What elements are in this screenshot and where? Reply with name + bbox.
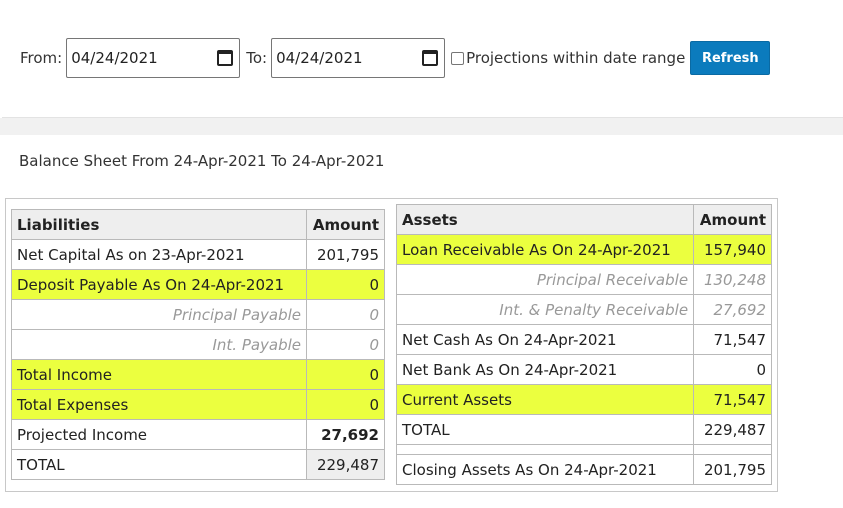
row-amount: 201,795	[693, 454, 772, 485]
table-row: Net Cash As On 24-Apr-2021 71,547	[395, 324, 772, 355]
row-amount: 130,248	[693, 264, 772, 295]
projections-label[interactable]: Projections within date range	[466, 49, 685, 67]
table-row: Total Expenses 0	[10, 389, 385, 420]
row-label: Net Cash As On 24-Apr-2021	[395, 324, 695, 355]
to-label: To:	[246, 49, 268, 67]
row-label: Deposit Payable As On 24-Apr-2021	[10, 269, 308, 300]
assets-table: Assets Amount Loan Receivable As On 24-A…	[395, 204, 772, 485]
to-date-input[interactable]: 04/24/2021	[271, 38, 446, 78]
assets-header-row: Assets Amount	[395, 204, 772, 235]
filter-panel: From: 04/24/2021 To: 04/24/2021 Projecti…	[2, 0, 843, 118]
table-row: Int. & Penalty Receivable 27,692	[395, 294, 772, 325]
table-row: Loan Receivable As On 24-Apr-2021 157,94…	[395, 234, 772, 265]
spacer-row	[395, 444, 772, 455]
row-amount: 229,487	[693, 414, 772, 445]
row-amount: 27,692	[693, 294, 772, 325]
row-amount: 0	[306, 329, 385, 360]
row-label: Closing Assets As On 24-Apr-2021	[395, 454, 695, 485]
calendar-icon[interactable]	[422, 50, 439, 66]
row-amount: 0	[306, 389, 385, 420]
table-row: Current Assets 71,547	[395, 384, 772, 415]
row-label: Net Bank As On 24-Apr-2021	[395, 354, 695, 385]
liabilities-header-row: Liabilities Amount	[10, 209, 385, 240]
row-amount: 0	[306, 269, 385, 300]
row-label: Net Capital As on 23-Apr-2021	[10, 239, 308, 270]
row-amount: 157,940	[693, 234, 772, 265]
row-label: Projected Income	[10, 419, 308, 450]
row-amount: 0	[306, 299, 385, 330]
from-date-value: 04/24/2021	[71, 49, 158, 67]
balance-sheet-title: Balance Sheet From 24-Apr-2021 To 24-Apr…	[19, 152, 385, 170]
table-row: Projected Income 27,692	[10, 419, 385, 450]
row-amount: 0	[306, 359, 385, 390]
row-label: Loan Receivable As On 24-Apr-2021	[395, 234, 695, 265]
row-label: Int. & Penalty Receivable	[395, 294, 695, 325]
from-date-input[interactable]: 04/24/2021	[66, 38, 241, 78]
from-label: From:	[20, 49, 63, 67]
table-row: Net Bank As On 24-Apr-2021 0	[395, 354, 772, 385]
table-row: Closing Assets As On 24-Apr-2021 201,795	[395, 454, 772, 485]
liabilities-amount-header: Amount	[306, 209, 385, 240]
row-label: Principal Payable	[10, 299, 308, 330]
row-amount: 71,547	[693, 384, 772, 415]
assets-header: Assets	[395, 204, 695, 235]
table-row: Deposit Payable As On 24-Apr-2021 0	[10, 269, 385, 300]
row-label: TOTAL	[395, 414, 695, 445]
row-amount: 229,487	[306, 449, 385, 480]
calendar-icon[interactable]	[217, 50, 234, 66]
to-date-value: 04/24/2021	[276, 49, 363, 67]
table-row: TOTAL 229,487	[395, 414, 772, 445]
table-row: Net Capital As on 23-Apr-2021 201,795	[10, 239, 385, 270]
row-amount: 71,547	[693, 324, 772, 355]
row-label: Principal Receivable	[395, 264, 695, 295]
row-label: Total Expenses	[10, 389, 308, 420]
table-row: TOTAL 229,487	[10, 449, 385, 480]
assets-amount-header: Amount	[693, 204, 772, 235]
table-row: Principal Receivable 130,248	[395, 264, 772, 295]
row-amount: 201,795	[306, 239, 385, 270]
table-row: Int. Payable 0	[10, 329, 385, 360]
projections-checkbox[interactable]	[451, 51, 465, 65]
row-label: Current Assets	[395, 384, 695, 415]
refresh-button[interactable]: Refresh	[690, 41, 771, 75]
table-row: Principal Payable 0	[10, 299, 385, 330]
table-row: Total Income 0	[10, 359, 385, 390]
liabilities-table: Liabilities Amount Net Capital As on 23-…	[10, 209, 385, 480]
spacer-cell	[693, 444, 772, 455]
row-label: TOTAL	[10, 449, 308, 480]
row-amount: 0	[693, 354, 772, 385]
liabilities-header: Liabilities	[10, 209, 308, 240]
row-label: Total Income	[10, 359, 308, 390]
row-amount: 27,692	[306, 419, 385, 450]
row-label: Int. Payable	[10, 329, 308, 360]
section-divider	[0, 118, 843, 135]
spacer-cell	[395, 444, 695, 455]
date-filter-row: From: 04/24/2021 To: 04/24/2021 Projecti…	[20, 38, 771, 78]
